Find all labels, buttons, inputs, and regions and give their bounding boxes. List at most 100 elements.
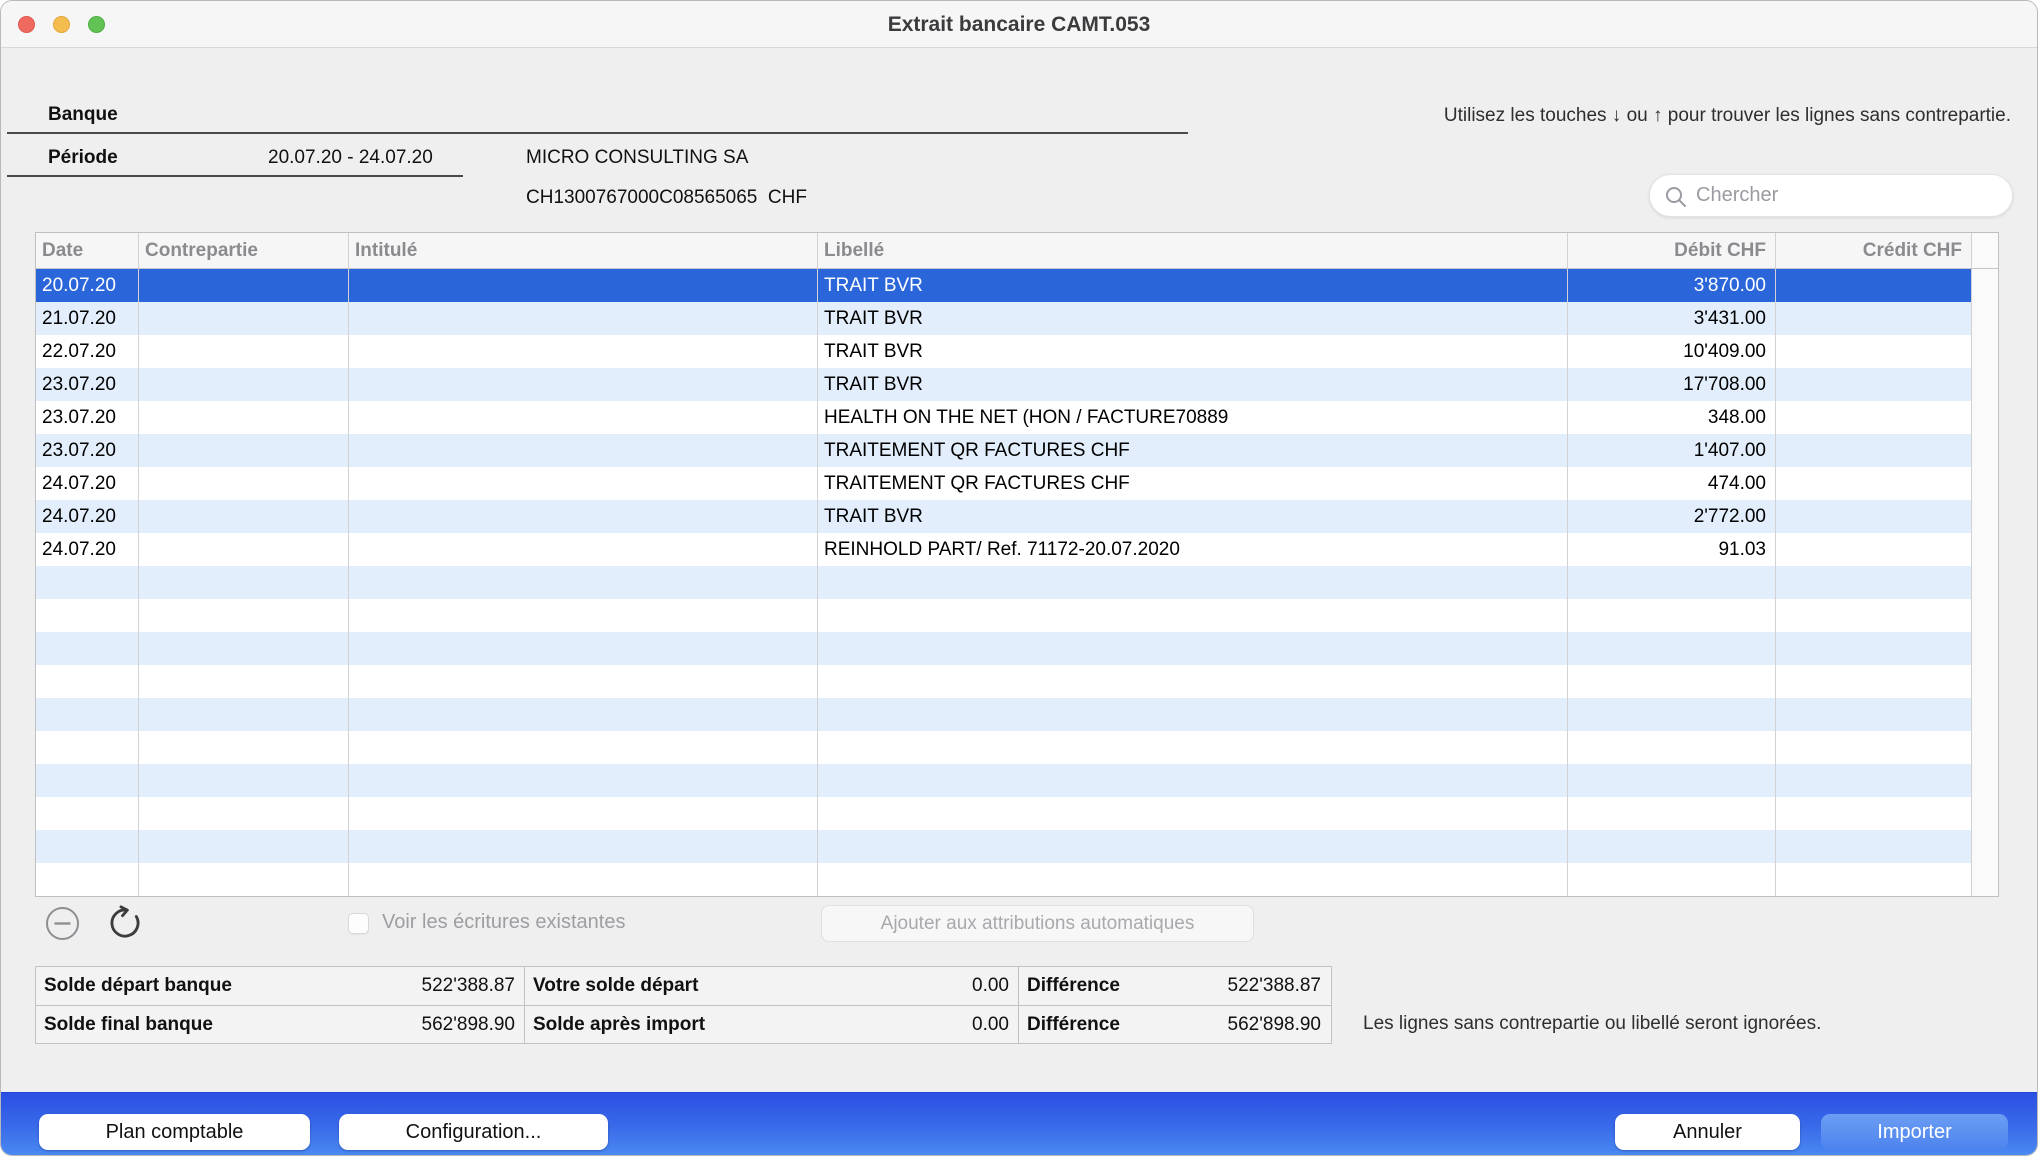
importer-button[interactable]: Importer	[1821, 1114, 2008, 1150]
table-row[interactable]: 24.07.20REINHOLD PART/ Ref. 71172-20.07.…	[36, 533, 1998, 566]
cell-intitule	[349, 401, 818, 434]
table-row[interactable]	[36, 566, 1998, 599]
cell-libelle	[818, 797, 1568, 830]
table-row[interactable]: 23.07.20HEALTH ON THE NET (HON / FACTURE…	[36, 401, 1998, 434]
cell-debit	[1568, 764, 1776, 797]
cell-libelle	[818, 566, 1568, 599]
cell-libelle	[818, 863, 1568, 896]
title-bar: Extrait bancaire CAMT.053	[1, 1, 2037, 48]
cell-intitule	[349, 830, 818, 863]
solde-depart-banque-value: 522'388.87	[422, 967, 515, 1004]
cell-libelle	[818, 632, 1568, 665]
cell-intitule	[349, 467, 818, 500]
keyboard-hint: Utilisez les touches ↓ ou ↑ pour trouver…	[1444, 105, 2011, 127]
column-header-contrepartie[interactable]: Contrepartie	[139, 233, 349, 268]
table-row[interactable]	[36, 863, 1998, 896]
cell-debit: 10'409.00	[1568, 335, 1776, 368]
cell-debit: 3'431.00	[1568, 302, 1776, 335]
search-input[interactable]	[1696, 176, 2001, 215]
table-row[interactable]	[36, 599, 1998, 632]
cell-credit	[1776, 797, 1972, 830]
column-header-debit[interactable]: Débit CHF	[1568, 233, 1776, 268]
cell-debit	[1568, 599, 1776, 632]
annuler-button[interactable]: Annuler	[1615, 1114, 1800, 1150]
cell-intitule	[349, 302, 818, 335]
cell-contrepartie	[139, 665, 349, 698]
table-row[interactable]	[36, 698, 1998, 731]
table-row[interactable]	[36, 797, 1998, 830]
cell-date: 24.07.20	[36, 467, 139, 500]
table-row-selected[interactable]: 20.07.20TRAIT BVR3'870.00	[36, 269, 1998, 302]
difference-depart-value: 522'388.87	[1228, 967, 1321, 1004]
cell-debit: 17'708.00	[1568, 368, 1776, 401]
table-row[interactable]: 24.07.20TRAIT BVR2'772.00	[36, 500, 1998, 533]
cell-contrepartie	[139, 368, 349, 401]
cell-intitule	[349, 731, 818, 764]
cell-date: 21.07.20	[36, 302, 139, 335]
camt053-import-window: Extrait bancaire CAMT.053 Utilisez les t…	[0, 0, 2038, 1156]
cell-credit	[1776, 335, 1972, 368]
table-row[interactable]: 22.07.20TRAIT BVR10'409.00	[36, 335, 1998, 368]
footer-bar: Plan comptable Configuration... Annuler …	[1, 1092, 2037, 1156]
cell-date: 24.07.20	[36, 533, 139, 566]
table-row[interactable]	[36, 764, 1998, 797]
scrollbar-strip	[1972, 632, 1998, 665]
cell-date: 22.07.20	[36, 335, 139, 368]
cell-contrepartie	[139, 500, 349, 533]
cell-debit: 348.00	[1568, 401, 1776, 434]
search-field[interactable]	[1649, 174, 2013, 217]
cell-libelle: TRAIT BVR	[818, 500, 1568, 533]
cell-debit: 2'772.00	[1568, 500, 1776, 533]
column-header-credit[interactable]: Crédit CHF	[1776, 233, 1972, 268]
configuration-button[interactable]: Configuration...	[339, 1114, 608, 1150]
cell-credit	[1776, 599, 1972, 632]
cell-libelle	[818, 731, 1568, 764]
cell-intitule	[349, 434, 818, 467]
cell-intitule	[349, 665, 818, 698]
column-header-libelle[interactable]: Libellé	[818, 233, 1568, 268]
ignored-lines-note: Les lignes sans contrepartie ou libellé …	[1363, 1013, 1821, 1035]
scrollbar-strip	[1972, 401, 1998, 434]
table-row[interactable]	[36, 632, 1998, 665]
table-row[interactable]	[36, 665, 1998, 698]
voir-ecritures-checkbox[interactable]	[348, 913, 369, 934]
company-name: MICRO CONSULTING SA	[526, 147, 748, 169]
cell-credit	[1776, 731, 1972, 764]
plan-comptable-button[interactable]: Plan comptable	[39, 1114, 310, 1150]
cell-credit	[1776, 863, 1972, 896]
voir-ecritures-label[interactable]: Voir les écritures existantes	[382, 911, 625, 934]
scrollbar-strip	[1972, 467, 1998, 500]
cell-contrepartie	[139, 269, 349, 302]
cell-contrepartie	[139, 335, 349, 368]
cell-intitule	[349, 599, 818, 632]
cell-contrepartie	[139, 863, 349, 896]
scrollbar-strip	[1972, 797, 1998, 830]
table-row[interactable]	[36, 731, 1998, 764]
table-row[interactable]: 23.07.20TRAITEMENT QR FACTURES CHF1'407.…	[36, 434, 1998, 467]
cell-debit: 474.00	[1568, 467, 1776, 500]
remove-line-button[interactable]	[45, 906, 80, 941]
cell-libelle: HEALTH ON THE NET (HON / FACTURE70889	[818, 401, 1568, 434]
cell-date	[36, 698, 139, 731]
periode-underline	[7, 175, 463, 177]
table-row[interactable]: 24.07.20TRAITEMENT QR FACTURES CHF474.00	[36, 467, 1998, 500]
cell-date	[36, 830, 139, 863]
cell-intitule	[349, 335, 818, 368]
column-header-date[interactable]: Date	[36, 233, 139, 268]
table-row[interactable]	[36, 830, 1998, 863]
cell-intitule	[349, 764, 818, 797]
scrollbar-strip	[1972, 863, 1998, 896]
refresh-icon[interactable]	[106, 904, 144, 942]
ajouter-attributions-button[interactable]: Ajouter aux attributions automatiques	[821, 905, 1254, 942]
cell-credit	[1776, 302, 1972, 335]
column-header-intitule[interactable]: Intitulé	[349, 233, 818, 268]
scrollbar-strip	[1972, 302, 1998, 335]
cell-credit	[1776, 533, 1972, 566]
difference-depart-label: Différence	[1027, 967, 1120, 1004]
solde-apres-import-label: Solde après import	[533, 1006, 705, 1043]
cell-date: 23.07.20	[36, 434, 139, 467]
cell-libelle: TRAIT BVR	[818, 302, 1568, 335]
scrollbar-strip	[1972, 434, 1998, 467]
table-row[interactable]: 21.07.20 TRAIT BVR3'431.00	[36, 302, 1998, 335]
table-row[interactable]: 23.07.20TRAIT BVR17'708.00	[36, 368, 1998, 401]
